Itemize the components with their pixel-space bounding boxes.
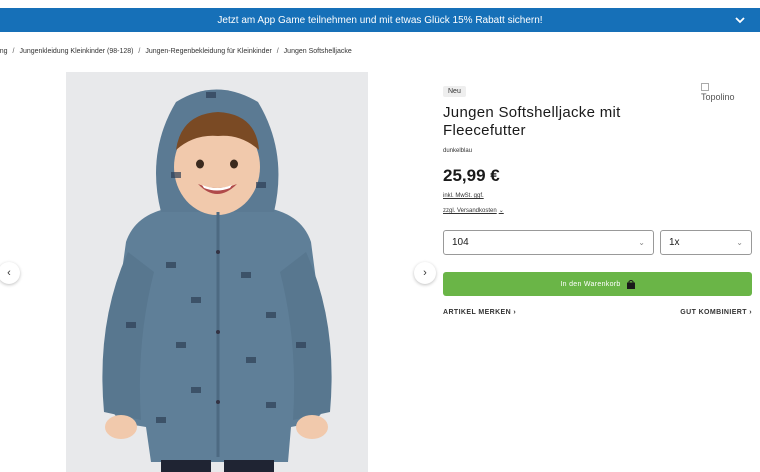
breadcrumb-separator: / — [138, 48, 141, 55]
gallery-prev-button[interactable]: ‹ — [0, 262, 20, 284]
breadcrumb-item[interactable]: dung — [0, 48, 8, 55]
shopping-bag-icon — [626, 279, 635, 289]
chevron-down-icon[interactable] — [734, 14, 746, 26]
product-color: dunkelblau — [443, 148, 473, 154]
shipping-costs-link[interactable]: zzgl. Versandkosten ⌄ — [443, 207, 755, 216]
product-info: Neu Topolino Jungen Softshelljacke mit F… — [443, 80, 755, 316]
tax-note[interactable]: inkl. MwSt. ggf. — [443, 192, 755, 201]
combine-link[interactable]: GUT KOMBINIERT › — [680, 309, 752, 316]
product-photo — [102, 89, 332, 472]
purchase-options: 104 ⌄ 1x ⌄ — [443, 230, 752, 255]
quantity-select[interactable]: 1x ⌄ — [660, 230, 752, 255]
chevron-down-icon: ⌄ — [638, 238, 645, 247]
chevron-down-icon: ⌄ — [736, 238, 743, 247]
product-title: Jungen Softshelljacke mit Fleecefutter — [443, 104, 621, 139]
size-select-value: 104 — [452, 237, 469, 248]
size-select[interactable]: 104 ⌄ — [443, 230, 654, 255]
add-to-cart-label: In den Warenkorb — [560, 280, 621, 288]
brand-logo[interactable]: Topolino — [701, 82, 749, 102]
brand-logo-alt: Topolino — [701, 92, 735, 102]
product-price: 25,99 € — [443, 166, 500, 185]
product-links: ARTIKEL MERKEN › GUT KOMBINIERT › — [443, 309, 752, 316]
wishlist-link[interactable]: ARTIKEL MERKEN › — [443, 309, 516, 316]
shipping-costs-label: zzgl. Versandkosten — [443, 208, 497, 214]
promo-banner[interactable]: Jetzt am App Game teilnehmen und mit etw… — [0, 8, 760, 32]
broken-image-icon — [701, 83, 709, 91]
breadcrumb-item[interactable]: Jungen-Regenbekleidung für Kleinkinder — [145, 48, 271, 55]
add-to-cart-button[interactable]: In den Warenkorb — [443, 272, 752, 296]
chevron-down-icon: ⌄ — [498, 208, 504, 214]
breadcrumb-item-current[interactable]: Jungen Softshelljacke — [284, 48, 352, 55]
chevron-left-icon: ‹ — [7, 267, 11, 279]
breadcrumb-separator: / — [276, 48, 279, 55]
breadcrumb-separator: / — [12, 48, 15, 55]
quantity-select-value: 1x — [669, 237, 680, 248]
breadcrumb: dung / Jungenkleidung Kleinkinder (98-12… — [0, 48, 355, 55]
gallery-next-button[interactable]: › — [414, 262, 436, 284]
product-image[interactable] — [66, 72, 368, 472]
breadcrumb-item[interactable]: Jungenkleidung Kleinkinder (98-128) — [19, 48, 133, 55]
new-badge: Neu — [443, 86, 466, 97]
promo-text: Jetzt am App Game teilnehmen und mit etw… — [217, 14, 543, 26]
chevron-right-icon: › — [423, 267, 427, 279]
